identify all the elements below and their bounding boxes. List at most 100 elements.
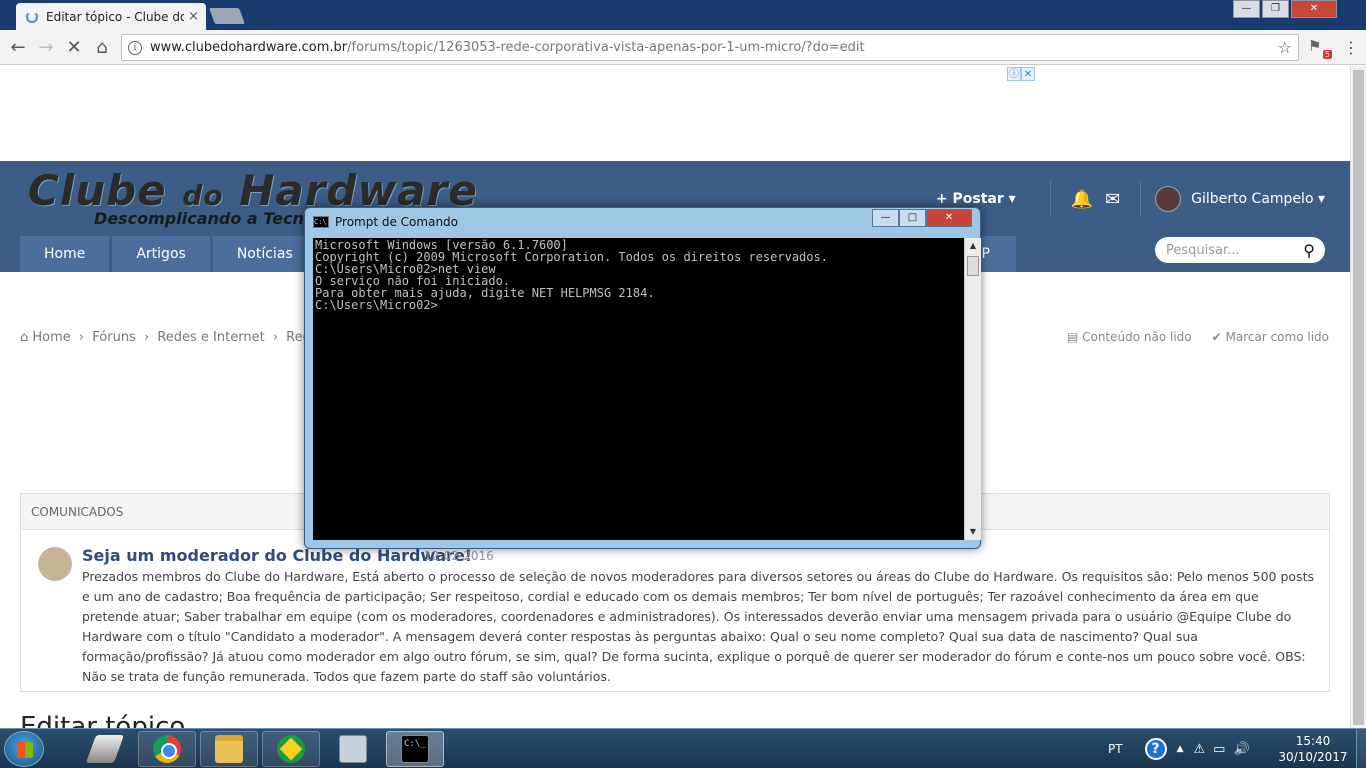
tab-close-icon[interactable]: × — [188, 9, 199, 24]
page-title: Editar tópico — [20, 712, 186, 728]
clock-date: 30/10/2017 — [1278, 750, 1348, 764]
unread-content-link[interactable]: ▤ Conteúdo não lido — [1067, 330, 1192, 344]
close-button[interactable]: ✕ — [1291, 0, 1337, 18]
show-desktop-button[interactable] — [1356, 729, 1366, 768]
taskbar-scanner[interactable] — [76, 731, 134, 767]
console-prompt: C:\Users\Micro02> — [315, 298, 438, 312]
ad-info-icon[interactable]: ⓘ — [1007, 67, 1021, 81]
cmd-window-controls: — □ ✕ — [872, 209, 972, 227]
system-tray: PT ? ▲ ⚠ ▭ 🔊 — [1108, 729, 1258, 768]
cmd-title: Prompt de Comando — [335, 215, 459, 229]
user-avatar[interactable] — [1155, 186, 1182, 212]
taskbar-cmd[interactable]: C:\_ — [386, 731, 444, 767]
bell-icon[interactable]: 🔔 — [1071, 189, 1093, 210]
scroll-down-icon[interactable]: ▼ — [965, 524, 981, 540]
windows-logo-icon — [17, 742, 33, 758]
divider — [1049, 181, 1051, 217]
nav-home[interactable]: Home — [20, 236, 110, 272]
cmd-window[interactable]: C:\ Prompt de Comando — □ ✕ Microsoft Wi… — [304, 207, 981, 549]
taskbar: C:\_ PT ? ▲ ⚠ ▭ 🔊 15:40 30/10/2017 — [0, 728, 1366, 768]
back-button[interactable]: ← — [4, 37, 32, 58]
search-input[interactable]: Pesquisar... ⚲ — [1155, 237, 1325, 263]
clock-time: 15:40 — [1295, 734, 1331, 748]
volume-icon[interactable]: 🔊 — [1233, 742, 1249, 757]
search-icon[interactable]: ⚲ — [1303, 241, 1315, 260]
username-menu[interactable]: Gilberto Campelo ▾ — [1191, 191, 1325, 207]
announcement-date: 12-02-2016 — [424, 549, 494, 563]
action-center-icon[interactable]: ⚠ — [1194, 742, 1206, 757]
folder-icon — [215, 735, 243, 763]
ad-close-icon[interactable]: ✕ — [1021, 67, 1035, 81]
breadcrumb-foruns[interactable]: Fóruns — [92, 330, 136, 345]
search-placeholder: Pesquisar... — [1166, 242, 1240, 258]
site-info-icon[interactable]: i — [128, 40, 142, 55]
language-indicator[interactable]: PT — [1108, 742, 1123, 756]
cmd-console[interactable]: Microsoft Windows [versão 6.1.7600] Copyr… — [313, 238, 964, 540]
page-scrollbar[interactable] — [1350, 66, 1366, 728]
logo-word-2: do — [182, 179, 224, 212]
tray-expand-icon[interactable]: ▲ — [1177, 744, 1184, 754]
address-bar[interactable]: i www.clubedohardware.com.br/forums/topi… — [121, 34, 1299, 61]
home-button[interactable]: ⌂ — [88, 37, 116, 58]
logo-word-1: Clube — [28, 166, 183, 215]
start-button[interactable] — [4, 731, 44, 767]
browser-tab-active[interactable]: Editar tópico - Clube do H × — [16, 3, 206, 30]
clock[interactable]: 15:40 30/10/2017 — [1278, 733, 1348, 765]
scroll-up-icon[interactable]: ▲ — [965, 238, 981, 254]
announcement-body: Prezados membros do Clube do Hardware, E… — [82, 569, 1314, 684]
stop-button[interactable]: ✕ — [60, 37, 88, 58]
breadcrumb-separator: › — [272, 330, 279, 345]
breadcrumb-redes-internet[interactable]: Redes e Internet — [157, 330, 264, 345]
nav-noticias[interactable]: Notícias — [212, 236, 317, 272]
cmd-scrollbar[interactable]: ▲ ▼ — [964, 238, 981, 540]
breadcrumb-separator: › — [78, 330, 85, 345]
minimize-button[interactable]: — — [1233, 0, 1260, 18]
new-tab-button[interactable] — [209, 8, 245, 24]
chrome-icon — [153, 735, 181, 763]
scanner-icon — [85, 735, 125, 763]
taskbar-brazil-app[interactable] — [262, 731, 320, 767]
network-icon[interactable]: ▭ — [1213, 742, 1225, 757]
url-path: /forums/topic/1263053-rede-corporativa-v… — [347, 40, 865, 55]
main-nav: Home Artigos Notícias — [20, 236, 320, 272]
post-button[interactable]: + Postar ▾ — [936, 191, 1016, 207]
url-host: www.clubedohardware.com.br — [150, 40, 348, 55]
mail-icon[interactable]: ✉ — [1105, 189, 1120, 210]
browser-toolbar: ← → ✕ ⌂ i www.clubedohardware.com.br/for… — [0, 30, 1366, 65]
browser-tabstrip: Editar tópico - Clube do H × — ❐ ✕ — [0, 0, 1366, 30]
cmd-minimize-button[interactable]: — — [872, 209, 899, 227]
cmd-maximize-button[interactable]: □ — [899, 209, 926, 227]
taskbar-explorer[interactable] — [200, 731, 258, 767]
extension-badge: 5 — [1322, 50, 1332, 59]
user-area: + Postar ▾ 🔔 ✉ Gilberto Campelo ▾ — [936, 181, 1325, 217]
taskbar-chrome[interactable] — [138, 731, 196, 767]
extension-icon[interactable]: ⚑ 5 — [1308, 37, 1332, 59]
brazil-flag-icon — [277, 735, 305, 763]
ad-controls: ⓘ ✕ — [1007, 67, 1035, 81]
tab-title: Editar tópico - Clube do H — [46, 9, 184, 24]
url-text: www.clubedohardware.com.br/forums/topic/… — [150, 40, 865, 55]
browser-menu-icon[interactable]: ⋮ — [1343, 38, 1359, 57]
cmd-icon: C:\_ — [401, 735, 429, 763]
loading-spinner-icon — [26, 10, 38, 23]
breadcrumb-home[interactable]: ⌂ Home — [20, 330, 71, 345]
help-icon[interactable]: ? — [1144, 738, 1167, 760]
mark-read-link[interactable]: ✔ Marcar como lido — [1212, 330, 1329, 344]
cmd-close-button[interactable]: ✕ — [926, 209, 972, 227]
cmd-scroll-thumb[interactable] — [967, 256, 979, 276]
forward-button[interactable]: → — [32, 37, 60, 58]
bookmark-star-icon[interactable]: ☆ — [1278, 38, 1292, 57]
author-avatar[interactable] — [38, 547, 72, 581]
window-controls: — ❐ ✕ — [1231, 0, 1337, 20]
site-tagline: Descomplicando a Tecn — [94, 209, 304, 228]
restore-button[interactable]: ❐ — [1262, 0, 1289, 18]
breadcrumb: ⌂ Home › Fóruns › Redes e Internet › Red… — [20, 330, 330, 345]
cmd-window-icon: C:\ — [313, 216, 329, 228]
breadcrumb-separator: › — [143, 330, 150, 345]
breadcrumb-actions: ▤ Conteúdo não lido ✔ Marcar como lido — [1047, 330, 1329, 344]
nav-artigos[interactable]: Artigos — [112, 236, 210, 272]
divider — [1140, 181, 1142, 217]
calculator-icon — [339, 735, 367, 763]
taskbar-calculator[interactable] — [324, 731, 382, 767]
scrollbar-thumb[interactable] — [1353, 70, 1364, 725]
